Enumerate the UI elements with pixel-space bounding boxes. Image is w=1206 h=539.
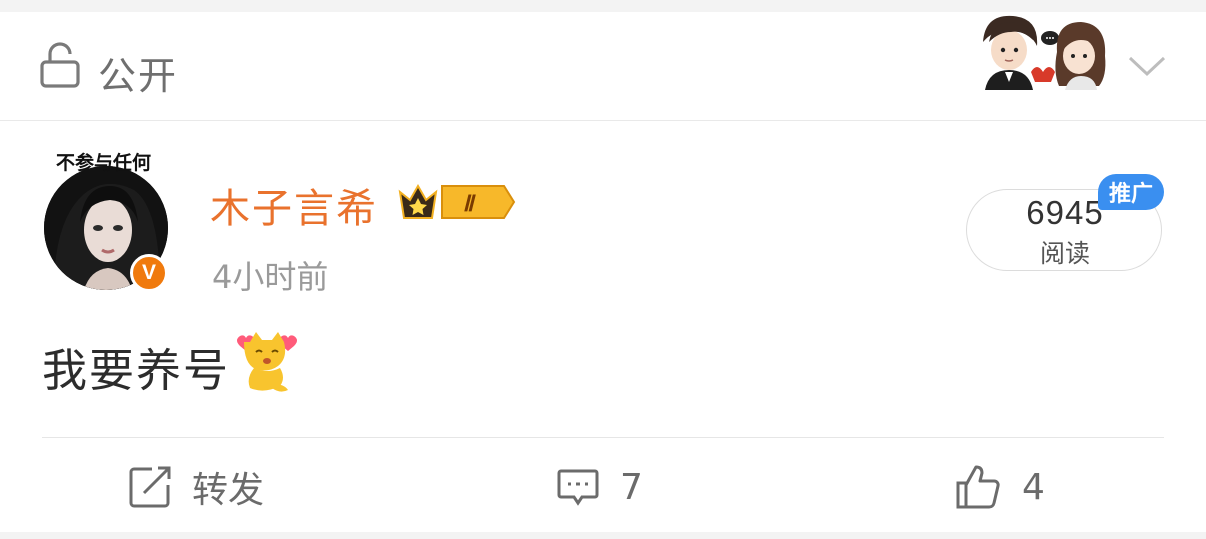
comment-count: 7 (620, 466, 643, 508)
verified-badge: V (130, 254, 168, 292)
chevron-down-icon (1128, 56, 1166, 77)
comment-icon (557, 469, 599, 506)
divider (42, 437, 1164, 438)
repost-label: 转发 (192, 470, 265, 511)
post-time: 4小时前 (212, 258, 329, 296)
like-count: 4 (1022, 466, 1045, 508)
visibility-selector[interactable]: 公开 (0, 12, 1206, 121)
weibo-post-card: 公开 不参与任何 V 木子言希 Ⅱ 4小时前 6945 阅读 推广 我要养号 转… (0, 12, 1206, 532)
comment-button[interactable]: 7 (556, 452, 643, 522)
repost-icon (129, 466, 171, 508)
thumbs-up-icon (956, 465, 1000, 509)
cat-hearts-emoji-icon (237, 332, 297, 392)
repost-button[interactable]: 转发 (128, 452, 264, 522)
read-label: 阅读 (1039, 239, 1090, 268)
promote-tag[interactable]: 推广 (1098, 174, 1164, 210)
visibility-label: 公开 (98, 54, 179, 98)
post-text: 我要养号 (42, 344, 231, 397)
post-body: 不参与任何 V 木子言希 Ⅱ 4小时前 6945 阅读 推广 我要养号 转发 7… (0, 122, 1206, 532)
like-button[interactable]: 4 (954, 452, 1045, 522)
author-name[interactable]: 木子言希 (210, 176, 378, 234)
avatar-caption: 不参与任何 (56, 152, 152, 174)
lock-open-icon (40, 42, 80, 88)
crown-rank-badge-icon[interactable]: Ⅱ (398, 180, 516, 224)
author-avatar[interactable]: 不参与任何 V (36, 146, 176, 306)
couple-sticker-image (983, 15, 1106, 90)
